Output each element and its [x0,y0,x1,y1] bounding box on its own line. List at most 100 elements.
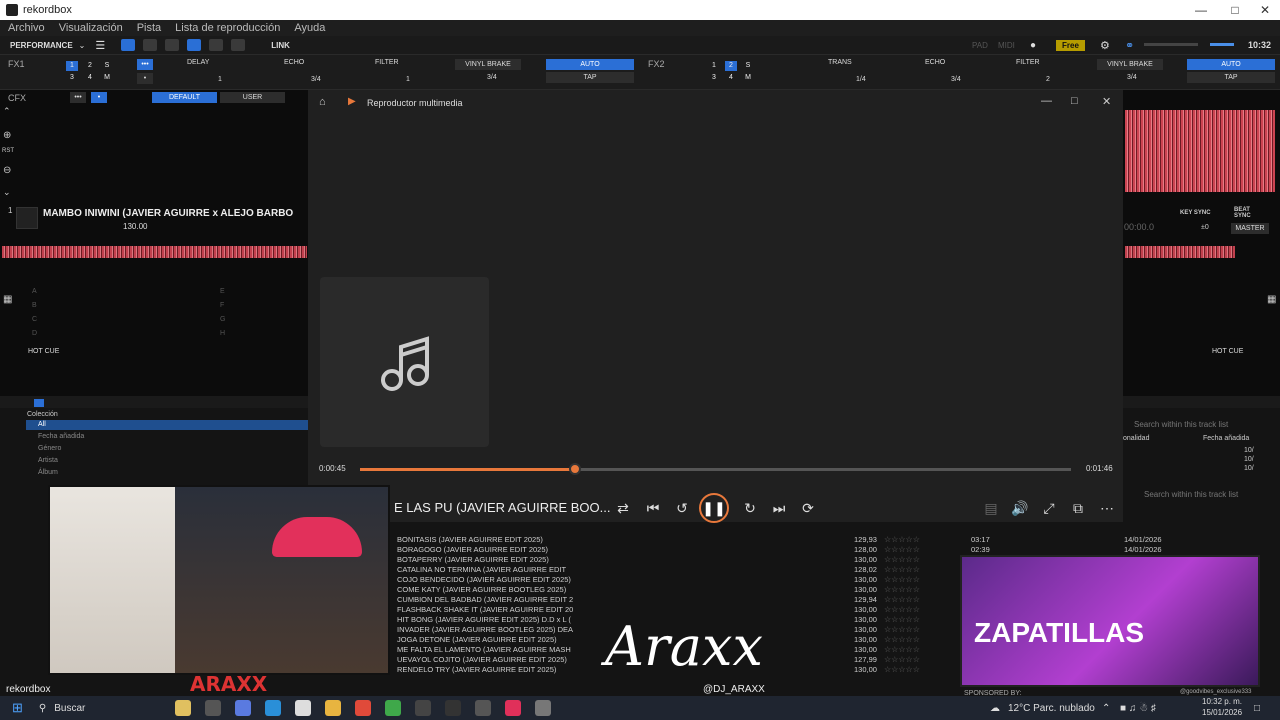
track-bpm[interactable]: 130,00 [854,615,877,624]
tray-chevron-icon[interactable]: ⌃ [1102,703,1110,714]
track-title[interactable]: BONITASIS (JAVIER AGUIRRE EDIT 2025) [397,535,543,544]
track-title[interactable]: CUMBION DEL BADBAD (JAVIER AGUIRRE EDIT … [397,595,573,604]
fx2-btn-1[interactable]: 1 [708,61,720,71]
fx1-tap-button[interactable]: TAP [546,72,634,83]
fx2-btn-m[interactable]: M [742,73,754,83]
menu-pista[interactable]: Pista [137,22,161,34]
copilot-icon[interactable] [235,700,252,716]
track-rating[interactable]: ☆☆☆☆☆ [884,615,920,624]
task-view-icon[interactable] [205,700,222,716]
layout-1deck-icon[interactable] [121,39,136,51]
track-bpm[interactable]: 128,02 [854,565,877,574]
seek-bar[interactable] [360,463,1071,475]
fx1-btn-4[interactable]: 4 [84,73,96,83]
pad-e[interactable]: E [220,288,225,295]
track-title[interactable]: ME FALTA EL LAMENTO (JAVIER AGUIRRE MASH [397,645,571,654]
deck2-overview-waveform[interactable] [1125,246,1235,258]
fx2-vinyl-beat[interactable]: 3/4 [1127,74,1137,81]
close-button[interactable]: ✕ [1248,0,1280,20]
obs-icon[interactable] [445,700,462,716]
player-close-button[interactable]: ✕ [1102,95,1111,108]
key-value[interactable]: ±0 [1201,224,1209,231]
track-rating[interactable]: ☆☆☆☆☆ [884,605,920,614]
pad-g[interactable]: G [220,316,225,323]
track-bpm[interactable]: 130,00 [854,575,877,584]
fx2-effect-1[interactable]: TRANS [828,59,852,66]
zoom-out-icon[interactable]: ⊖ [3,165,11,176]
fx2-auto-button[interactable]: AUTO [1187,59,1275,70]
fx2-effect-3[interactable]: FILTER [1016,59,1040,66]
app-icon-1[interactable] [415,700,432,716]
tray-date[interactable]: 15/01/2026 [1202,708,1242,717]
pause-button[interactable]: ❚❚ [699,493,729,523]
captions-icon[interactable]: ▤ [981,498,1001,518]
pad-button[interactable]: PAD [972,41,988,50]
fx2-beat-3[interactable]: 2 [1046,76,1050,83]
cfx-default-button[interactable]: DEFAULT [152,92,217,103]
mode-select[interactable]: PERFORMANCE [10,41,73,50]
deck2-hotcue-select[interactable]: HOT CUE [1212,348,1243,355]
fx1-beat-2[interactable]: 3/4 [311,76,321,83]
track-title[interactable]: INVADER (JAVIER AGUIRRE BOOTLEG 2025) DE… [397,625,573,634]
fx1-more-button[interactable]: ••• [137,59,153,70]
track-title[interactable]: FLASHBACK SHAKE IT (JAVIER AGUIRRE EDIT … [397,605,573,614]
record-icon[interactable] [209,39,224,51]
search-input-top[interactable]: Search within this track list [1134,420,1228,429]
cfx-on-button[interactable]: • [91,92,107,103]
track-rating[interactable]: ☆☆☆☆☆ [884,595,920,604]
layout-2deck-icon[interactable] [143,39,158,51]
master-button[interactable]: MASTER [1231,223,1269,234]
col-header-fecha[interactable]: Fecha añadida [1203,435,1249,442]
tree-selected-row[interactable]: All [26,420,308,430]
tree-item-album[interactable]: Álbum [38,469,58,476]
track-rating[interactable]: ☆☆☆☆☆ [884,655,920,664]
menu-archivo[interactable]: Archivo [8,22,45,34]
track-duration[interactable]: 03:17 [971,535,990,544]
track-rating[interactable]: ☆☆☆☆☆ [884,645,920,654]
pad-f[interactable]: F [220,302,224,309]
hamburger-icon[interactable]: ☰ [95,39,105,52]
fx1-beat-on[interactable]: • [137,73,153,84]
track-rating[interactable]: ☆☆☆☆☆ [884,635,920,644]
track-rating[interactable]: ☆☆☆☆☆ [884,575,920,584]
previous-icon[interactable]: ⏮ [643,498,663,518]
chrome-profile-icon[interactable] [385,700,402,716]
track-rating[interactable]: ☆☆☆☆☆ [884,585,920,594]
volume-icon[interactable]: 🔊 [1010,498,1030,518]
track-bpm[interactable]: 127,99 [854,655,877,664]
edge-icon[interactable] [265,700,282,716]
track-title[interactable]: JOGA DETONE (JAVIER AGUIRRE EDIT 2025) [397,635,557,644]
beat-sync-button[interactable]: BEAT SYNC [1234,207,1254,219]
app-icon-2[interactable] [475,700,492,716]
pad-b[interactable]: B [32,302,37,309]
pad-h[interactable]: H [220,330,225,337]
track-title[interactable]: COME KATY (JAVIER AGUIRRE BOOTLEG 2025) [397,585,566,594]
col-header-personalidad[interactable]: onalidad [1123,435,1149,442]
track-bpm[interactable]: 130,00 [854,635,877,644]
rst-button[interactable]: RST [2,148,14,154]
track-rating[interactable]: ☆☆☆☆☆ [884,555,920,564]
menu-visualizacion[interactable]: Visualización [59,22,123,34]
fx1-btn-3[interactable]: 3 [66,73,78,83]
track-rating[interactable]: ☆☆☆☆☆ [884,665,920,674]
deck2-pad-grid-icon[interactable]: ▦ [1267,294,1276,305]
fx2-beat-2[interactable]: 3/4 [951,76,961,83]
chevron-down-icon[interactable]: ⌄ [79,41,86,50]
sampler-icon[interactable] [231,39,246,51]
fx1-effect-1[interactable]: DELAY [187,59,209,66]
repeat-icon[interactable]: ⟳ [798,498,818,518]
track-bpm[interactable]: 130,00 [854,665,877,674]
pad-a[interactable]: A [32,288,37,295]
midi-button[interactable]: MIDI [998,41,1015,50]
weather-text[interactable]: 12°C Parc. nublado [1008,703,1095,714]
track-title[interactable]: UEVAYOL COJITO (JAVIER AGUIRRE EDIT 2025… [397,655,567,664]
tree-root[interactable]: Colección [27,411,58,418]
fx2-beat-1[interactable]: 1/4 [856,76,866,83]
widgets-icon[interactable] [175,700,192,716]
track-rating[interactable]: ☆☆☆☆☆ [884,535,920,544]
fx1-btn-2[interactable]: 2 [84,61,96,71]
fx1-vinyl-brake[interactable]: VINYL BRAKE [455,59,521,70]
player-maximize-button[interactable]: □ [1071,95,1078,107]
home-icon[interactable]: ⌂ [319,96,326,108]
browse-icon[interactable] [34,399,44,407]
